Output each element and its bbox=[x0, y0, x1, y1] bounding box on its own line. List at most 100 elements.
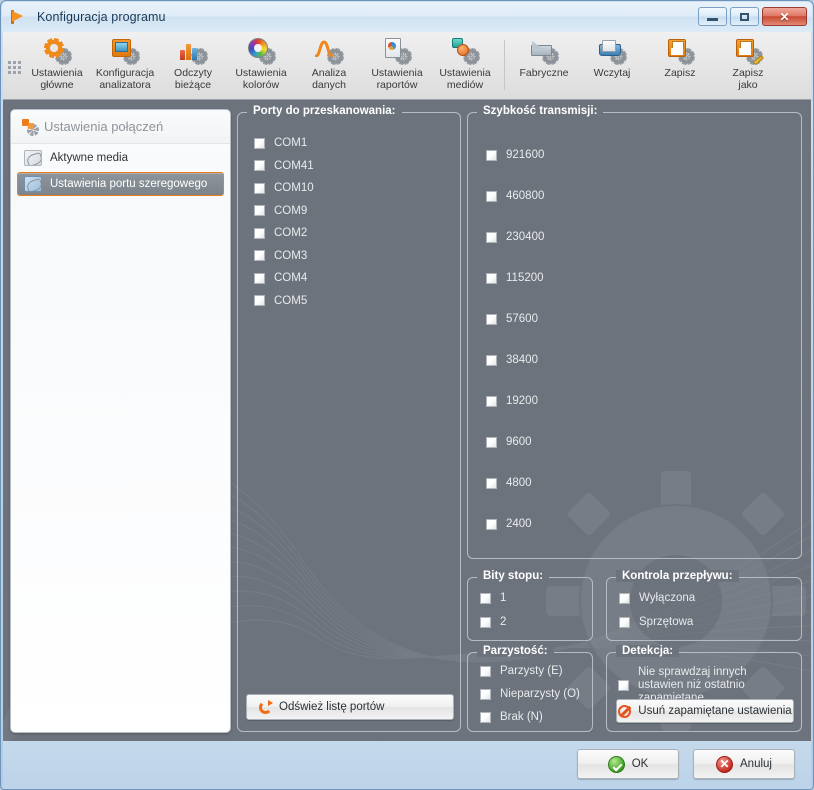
refresh-ports-button[interactable]: Odśwież listę portów bbox=[246, 694, 454, 720]
parity-checkbox-row[interactable]: Nieparzysty (O) bbox=[480, 688, 580, 700]
settings-gear-icon bbox=[42, 37, 72, 65]
baud-checkbox-row[interactable]: 921600 bbox=[486, 149, 544, 161]
parity-label: Brak (N) bbox=[500, 711, 543, 723]
port-label: COM1 bbox=[274, 137, 308, 149]
toolbar-item-factory-defaults[interactable]: Fabryczne bbox=[510, 32, 578, 98]
port-checkbox[interactable] bbox=[254, 272, 265, 284]
parity-checkbox[interactable] bbox=[480, 688, 491, 700]
minimize-button[interactable] bbox=[698, 7, 727, 26]
port-checkbox-row[interactable]: COM1 bbox=[254, 137, 314, 149]
open-folder-icon bbox=[597, 37, 627, 65]
baud-checkbox[interactable] bbox=[486, 149, 497, 161]
port-checkbox[interactable] bbox=[254, 160, 265, 171]
clear-saved-settings-button[interactable]: Usuń zapamiętane ustawienia bbox=[616, 699, 794, 723]
ports-group-title: Porty do przeskanowania: bbox=[247, 105, 402, 117]
toolbar-item-save[interactable]: Zapisz bbox=[646, 32, 714, 98]
port-checkbox[interactable] bbox=[254, 205, 265, 216]
toolbar-label-line1: Konfiguracja bbox=[95, 67, 155, 79]
baud-checkbox-row[interactable]: 460800 bbox=[486, 190, 544, 202]
baud-label: 460800 bbox=[506, 190, 545, 202]
baud-checkbox-row[interactable]: 9600 bbox=[486, 436, 544, 448]
port-checkbox-row[interactable]: COM10 bbox=[254, 182, 314, 194]
flow-control-checkbox[interactable] bbox=[619, 616, 630, 628]
baud-checkbox[interactable] bbox=[486, 272, 497, 284]
parity-checkbox[interactable] bbox=[480, 711, 491, 723]
maximize-button[interactable] bbox=[730, 7, 759, 26]
toolbar-item-data-analysis[interactable]: Analiza danych bbox=[295, 32, 363, 98]
toolbar-label-line1: Ustawienia bbox=[235, 67, 287, 79]
baud-label: 19200 bbox=[506, 395, 538, 407]
port-checkbox-row[interactable]: COM2 bbox=[254, 227, 314, 239]
port-checkbox[interactable] bbox=[254, 182, 265, 194]
toolbar-item-analyzer-config[interactable]: Konfiguracja analizatora bbox=[91, 32, 159, 98]
toolbar-drag-handle[interactable] bbox=[3, 32, 23, 100]
baud-checkbox[interactable] bbox=[486, 313, 497, 325]
toolbar-item-media-settings[interactable]: Ustawienia mediów bbox=[431, 32, 499, 98]
port-label: COM4 bbox=[274, 272, 308, 284]
sidebar-item-active-media[interactable]: Aktywne media bbox=[17, 146, 224, 170]
toolbar-label-line1: Wczytaj bbox=[593, 67, 631, 79]
baud-checkbox-row[interactable]: 2400 bbox=[486, 518, 544, 530]
toolbar-item-save-as[interactable]: Zapisz jako bbox=[714, 32, 782, 98]
detection-checkbox[interactable] bbox=[618, 680, 629, 691]
port-checkbox-row[interactable]: COM41 bbox=[254, 160, 314, 172]
port-checkbox[interactable] bbox=[254, 227, 265, 239]
baud-checkbox[interactable] bbox=[486, 190, 497, 202]
baud-label: 38400 bbox=[506, 354, 538, 366]
parity-checkbox[interactable] bbox=[480, 665, 491, 677]
toolbar-label-line2: danych bbox=[312, 79, 346, 91]
forbidden-icon bbox=[618, 704, 632, 718]
baud-checkbox[interactable] bbox=[486, 231, 497, 243]
baud-checkbox[interactable] bbox=[486, 518, 497, 530]
toolbar-item-color-settings[interactable]: Ustawienia kolorów bbox=[227, 32, 295, 98]
stop-bits-checkbox[interactable] bbox=[480, 616, 491, 628]
stop-bits-label: 1 bbox=[500, 592, 507, 604]
baud-checkbox-row[interactable]: 19200 bbox=[486, 395, 544, 407]
sidebar-panel: Ustawienia połączeń Aktywne media Ustawi… bbox=[10, 109, 231, 733]
baud-checkbox-row[interactable]: 115200 bbox=[486, 272, 544, 284]
close-button[interactable]: ✕ bbox=[762, 7, 807, 26]
toolbar-item-main-settings[interactable]: Ustawienia główne bbox=[23, 32, 91, 98]
flow-control-checkbox-row[interactable]: Wyłączona bbox=[619, 592, 695, 604]
ok-button[interactable]: OK bbox=[577, 749, 679, 779]
port-checkbox-row[interactable]: COM9 bbox=[254, 205, 314, 217]
refresh-ports-label: Odśwież listę portów bbox=[279, 701, 385, 713]
parity-checkbox-row[interactable]: Brak (N) bbox=[480, 711, 580, 723]
port-checkbox-row[interactable]: COM3 bbox=[254, 250, 314, 262]
stop-bits-checkbox-row[interactable]: 2 bbox=[480, 616, 506, 628]
baud-checkbox[interactable] bbox=[486, 477, 497, 489]
baud-checkbox-row[interactable]: 38400 bbox=[486, 354, 544, 366]
baud-label: 921600 bbox=[506, 149, 545, 161]
port-checkbox[interactable] bbox=[254, 295, 265, 306]
stop-bits-checkbox[interactable] bbox=[480, 592, 491, 604]
toolbar-label-line1: Zapisz bbox=[664, 67, 696, 79]
sidebar-title: Ustawienia połączeń bbox=[44, 119, 164, 134]
application-window: Konfiguracja programu ✕ Ustawienia główne… bbox=[0, 0, 814, 790]
flow-control-checkbox-row[interactable]: Sprzętowa bbox=[619, 616, 695, 628]
cancel-button[interactable]: ✕ Anuluj bbox=[693, 749, 795, 779]
port-checkbox-row[interactable]: COM4 bbox=[254, 272, 314, 284]
baud-checkbox[interactable] bbox=[486, 354, 497, 366]
baud-checkbox[interactable] bbox=[486, 395, 497, 407]
stop-bits-checkbox-row[interactable]: 1 bbox=[480, 592, 506, 604]
ports-group: Porty do przeskanowania: COM1 COM41 COM1… bbox=[237, 105, 461, 732]
toolbar-item-current-readings[interactable]: Odczyty bieżące bbox=[159, 32, 227, 98]
toolbar-item-load[interactable]: Wczytaj bbox=[578, 32, 646, 98]
toolbar-label-line1: Ustawienia bbox=[439, 67, 491, 79]
sidebar-item-serial-port-settings[interactable]: Ustawienia portu szeregowego bbox=[17, 172, 224, 196]
parity-label: Nieparzysty (O) bbox=[500, 688, 580, 700]
baud-checkbox-row[interactable]: 57600 bbox=[486, 313, 544, 325]
bar-chart-icon bbox=[178, 37, 208, 65]
baud-checkbox-row[interactable]: 4800 bbox=[486, 477, 544, 489]
flow-control-checkbox[interactable] bbox=[619, 592, 630, 604]
parity-checkbox-row[interactable]: Parzysty (E) bbox=[480, 665, 580, 677]
window-title: Konfiguracja programu bbox=[37, 10, 166, 24]
baud-checkbox[interactable] bbox=[486, 436, 497, 448]
port-checkbox-row[interactable]: COM5 bbox=[254, 295, 314, 307]
port-checkbox[interactable] bbox=[254, 250, 265, 261]
port-checkbox[interactable] bbox=[254, 137, 265, 149]
baud-checkbox-row[interactable]: 230400 bbox=[486, 231, 544, 243]
toolbar-label-line1: Fabryczne bbox=[519, 67, 569, 79]
flow-control-group-title: Kontrola przepływu: bbox=[616, 570, 739, 582]
toolbar-item-report-settings[interactable]: Ustawienia raportów bbox=[363, 32, 431, 98]
